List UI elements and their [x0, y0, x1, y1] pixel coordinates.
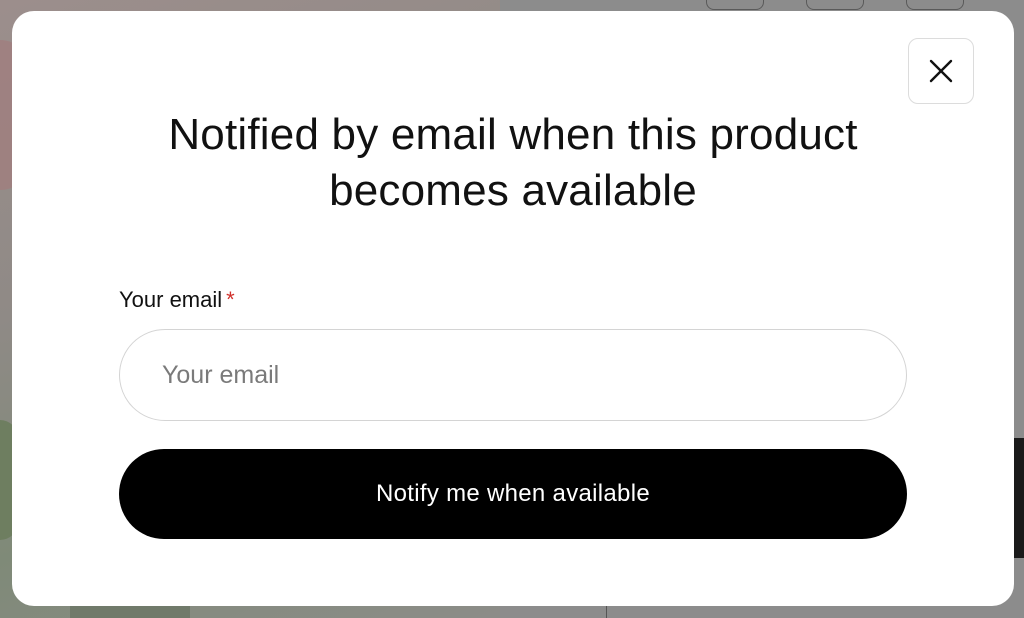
notify-modal: Notified by email when this product beco… — [12, 11, 1014, 606]
close-button[interactable] — [908, 38, 974, 104]
background-control — [806, 0, 864, 10]
modal-title: Notified by email when this product beco… — [168, 110, 858, 215]
required-marker: * — [226, 287, 235, 312]
background-control — [906, 0, 964, 10]
notify-button[interactable]: Notify me when available — [119, 449, 907, 539]
email-input[interactable] — [119, 329, 907, 421]
close-icon — [928, 58, 954, 84]
email-label: Your email * — [119, 287, 235, 313]
email-label-text: Your email — [119, 287, 223, 312]
background-control — [706, 0, 764, 10]
